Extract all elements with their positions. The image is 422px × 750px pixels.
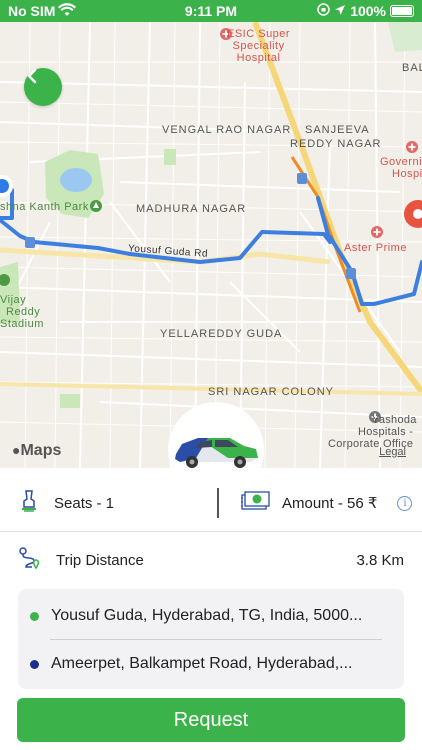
map-label-aster: Aster Prime <box>344 242 407 254</box>
map-label-vijay-1: Vijay <box>0 294 27 306</box>
pickup-dot-icon <box>30 611 39 621</box>
drop-dot-icon <box>30 659 39 669</box>
distance-row: Trip Distance 3.8 Km <box>0 531 422 589</box>
map-label-vijay-2: Reddy <box>6 306 41 318</box>
map-label-hospital: ESIC Super Speciality Hospital <box>227 28 291 64</box>
back-button[interactable] <box>24 68 62 106</box>
status-bar: No SIM 9:11 PM 100% <box>0 0 422 22</box>
status-right: 100% <box>317 3 414 19</box>
seat-icon <box>18 489 40 517</box>
map-label-yellareddy: YELLAREDDY GUDA <box>160 328 283 340</box>
map-label-yashoda-2: Hospitals - <box>358 426 414 438</box>
map-label-sanjeeva-1: SANJEEVA <box>305 124 370 136</box>
orientation-lock-icon <box>317 3 330 19</box>
map-label-govt-2: Hospi <box>392 168 422 180</box>
seats-cell[interactable]: Seats - 1 <box>18 474 114 532</box>
pickup-address-row[interactable]: Yousuf Guda, Hyderabad, TG, India, 5000.… <box>30 591 390 641</box>
battery-percent: 100% <box>350 3 386 19</box>
map-label-madhura: MADHURA NAGAR <box>136 203 247 215</box>
map-label-sanjeeva-2: REDDY NAGAR <box>290 138 382 150</box>
location-arrow-icon <box>334 3 346 19</box>
battery-icon <box>390 5 414 17</box>
seats-label: Seats - 1 <box>54 494 115 512</box>
amount-cell: Amount - 56 ₹ i <box>240 474 413 532</box>
maps-attribution-text: Maps <box>20 442 62 459</box>
map-label-bal: BAL <box>402 62 422 74</box>
cash-icon <box>240 490 270 516</box>
drop-address: Ameerpet, Balkampet Road, Hyderabad,... <box>51 655 353 672</box>
map-label-govt-1: Governi <box>380 156 422 168</box>
distance-cell: Trip Distance <box>18 531 144 589</box>
map-label-park: shna Kanth Park <box>0 201 89 213</box>
ride-booking-screen: No SIM 9:11 PM 100% ESIC Super Specialit… <box>0 0 422 750</box>
distance-label: Trip Distance <box>56 551 144 569</box>
map-label-yashoda-1: Yashoda <box>372 414 417 426</box>
request-button[interactable]: Request <box>17 698 405 742</box>
maps-attribution: ●Maps <box>12 442 61 460</box>
map-label-srinagar: SRI NAGAR COLONY <box>208 386 335 398</box>
fare-row: Seats - 1 Amount - 56 ₹ i <box>0 474 422 532</box>
drop-address-row[interactable]: Ameerpet, Balkampet Road, Hyderabad,... <box>30 639 390 689</box>
legal-link[interactable]: Legal <box>379 446 406 458</box>
map-label-vengal: VENGAL RAO NAGAR <box>162 124 292 136</box>
route-icon <box>18 546 42 574</box>
address-card: Yousuf Guda, Hyderabad, TG, India, 5000.… <box>18 589 404 689</box>
distance-value: 3.8 Km <box>356 551 404 569</box>
info-icon[interactable]: i <box>397 495 413 511</box>
map-label-vijay-3: Stadium <box>0 318 44 330</box>
fare-divider <box>217 488 219 518</box>
pickup-address: Yousuf Guda, Hyderabad, TG, India, 5000.… <box>51 607 363 624</box>
amount-label: Amount - 56 ₹ <box>282 495 378 512</box>
